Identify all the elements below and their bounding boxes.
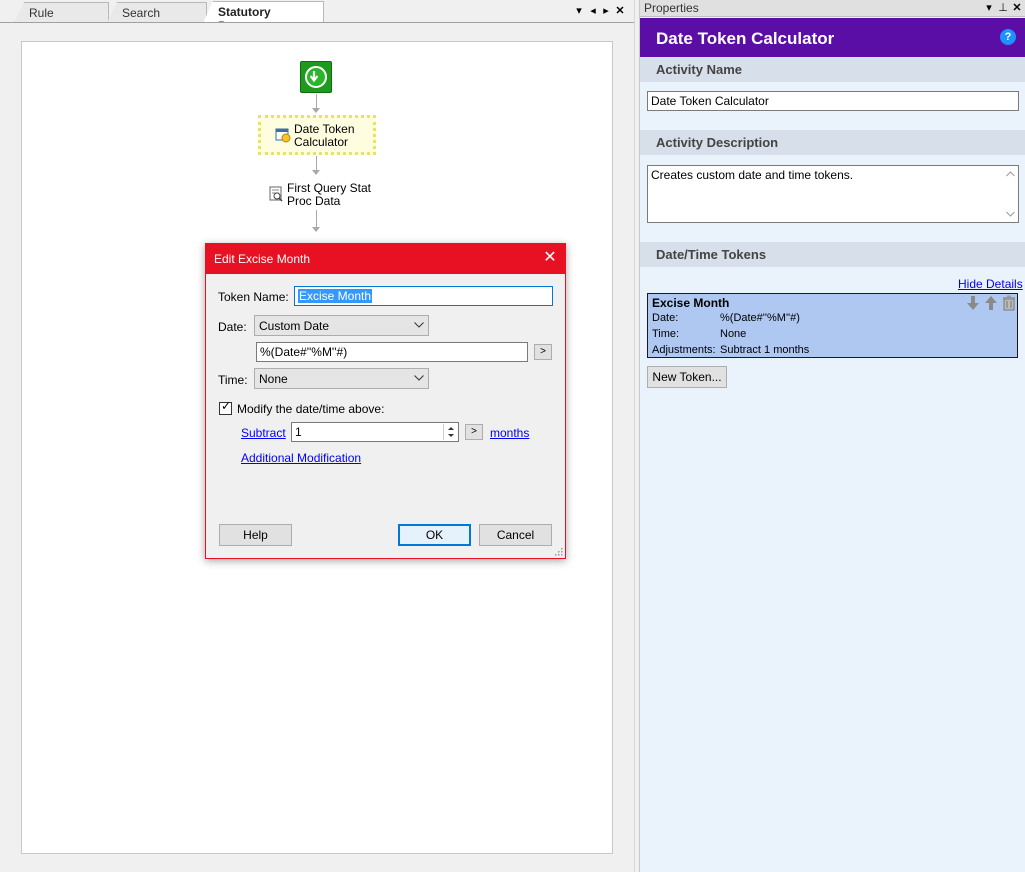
new-token-button[interactable]: New Token...: [647, 366, 727, 388]
token-name-input[interactable]: Excise Month: [294, 286, 553, 306]
cancel-button[interactable]: Cancel: [479, 524, 552, 546]
connector-arrowhead: [312, 227, 320, 232]
tokens-section: Date/Time Tokens: [640, 242, 1025, 267]
close-icon[interactable]: ✕: [543, 249, 557, 267]
token-date-label: Date:: [652, 312, 679, 324]
tab-rule-manager[interactable]: Rule Manager: [14, 2, 109, 23]
amount-spinner[interactable]: 1: [291, 422, 459, 442]
token-card[interactable]: Excise Month Date: %(Date#''%M''#) Time:…: [647, 293, 1018, 358]
pin-icon[interactable]: ⊥: [998, 1, 1008, 14]
time-select[interactable]: None: [254, 368, 429, 389]
date-label: Date:: [218, 320, 247, 334]
connector-arrowhead: [312, 170, 320, 175]
tab-statutory-process[interactable]: Statutory Process: [203, 1, 324, 23]
token-adjustments-value: Subtract 1 months: [720, 344, 810, 356]
spinner-arrows-icon[interactable]: [443, 424, 457, 440]
section-title: Activity Description: [656, 135, 779, 150]
chevron-down-icon: [414, 375, 424, 381]
dialog-titlebar[interactable]: Edit Excise Month ✕: [206, 244, 565, 274]
resize-grip-icon[interactable]: [554, 547, 563, 556]
pane-dropdown-icon[interactable]: ▾: [984, 1, 994, 14]
description-text: Creates custom date and time tokens.: [651, 168, 854, 182]
modify-label: Modify the date/time above:: [237, 402, 385, 416]
node-label: Proc Data: [287, 194, 341, 208]
pane-close-icon[interactable]: ✕: [1012, 1, 1022, 14]
move-down-icon[interactable]: [966, 295, 980, 311]
chevron-down-icon: [414, 322, 424, 328]
node-date-token-calculator[interactable]: Date Token Calculator: [258, 115, 376, 155]
calculator-icon: [275, 128, 291, 143]
tab-search-results[interactable]: Search Results: [107, 2, 207, 23]
section-title: Activity Name: [656, 62, 742, 77]
tab-strip: Rule Manager Search Results Statutory Pr…: [0, 0, 634, 24]
properties-banner: Date Token Calculator ?: [640, 18, 1025, 57]
move-up-icon[interactable]: [984, 295, 998, 311]
checkmark-icon: ✓: [221, 399, 232, 413]
edit-token-dialog[interactable]: Edit Excise Month ✕ Token Name: Excise M…: [205, 243, 566, 559]
tab-scroll-left-icon[interactable]: ◂: [587, 4, 599, 17]
token-time-value: None: [720, 328, 747, 340]
dialog-title: Edit Excise Month: [214, 252, 311, 266]
start-node[interactable]: [300, 61, 332, 93]
amount-builder-button[interactable]: >: [465, 424, 483, 440]
token-adjustments-label: Adjustments:: [652, 344, 716, 356]
amount-value: 1: [295, 425, 302, 439]
node-first-query-stat-proc-data[interactable]: First Query Stat Proc Data: [266, 181, 376, 211]
date-expression-builder-button[interactable]: >: [534, 344, 552, 360]
node-label: Calculator: [294, 135, 349, 149]
scroll-up-icon[interactable]: [1006, 171, 1015, 177]
help-icon[interactable]: ?: [1000, 29, 1016, 45]
token-name: Excise Month: [652, 296, 730, 310]
help-button[interactable]: Help: [219, 524, 292, 546]
token-time-label: Time:: [652, 328, 680, 340]
connector-arrowhead: [312, 108, 320, 113]
query-icon: [269, 186, 283, 202]
activity-description-section: Activity Description: [640, 130, 1025, 155]
section-title: Date/Time Tokens: [656, 247, 767, 262]
properties-pane: Properties ▾ ⊥ ✕ Date Token Calculator ?…: [639, 0, 1025, 872]
activity-title: Date Token Calculator: [656, 29, 835, 48]
unit-link[interactable]: months: [490, 426, 529, 440]
date-select[interactable]: Custom Date: [254, 315, 429, 336]
token-date-value: %(Date#''%M''#): [720, 312, 800, 324]
time-label: Time:: [218, 373, 248, 387]
operation-link[interactable]: Subtract: [241, 426, 286, 440]
tab-scroll-right-icon[interactable]: ▸: [600, 4, 612, 17]
properties-header: Properties ▾ ⊥ ✕: [640, 0, 1025, 17]
ok-button[interactable]: OK: [398, 524, 471, 546]
activity-description-textarea[interactable]: Creates custom date and time tokens.: [647, 165, 1019, 223]
time-select-value: None: [259, 372, 288, 386]
date-select-value: Custom Date: [259, 319, 330, 333]
tab-baseline: [0, 22, 634, 23]
token-name-label: Token Name:: [218, 290, 289, 304]
delete-icon[interactable]: [1002, 295, 1016, 311]
tab-list-dropdown-icon[interactable]: ▾: [573, 4, 585, 17]
connector-line: [316, 210, 317, 228]
activity-name-input[interactable]: Date Token Calculator: [647, 91, 1019, 111]
token-name-value: Excise Month: [298, 289, 373, 303]
modify-checkbox[interactable]: ✓: [219, 399, 232, 415]
date-expression-input[interactable]: %(Date#''%M''#): [256, 342, 528, 362]
scroll-down-icon[interactable]: [1006, 211, 1015, 217]
tab-close-icon[interactable]: ✕: [614, 4, 626, 17]
properties-title: Properties: [644, 1, 699, 15]
additional-modification-link[interactable]: Additional Modification: [241, 451, 361, 465]
activity-name-section: Activity Name: [640, 57, 1025, 82]
hide-details-link[interactable]: Hide Details: [958, 277, 1023, 291]
start-arrow-icon: [305, 66, 327, 88]
